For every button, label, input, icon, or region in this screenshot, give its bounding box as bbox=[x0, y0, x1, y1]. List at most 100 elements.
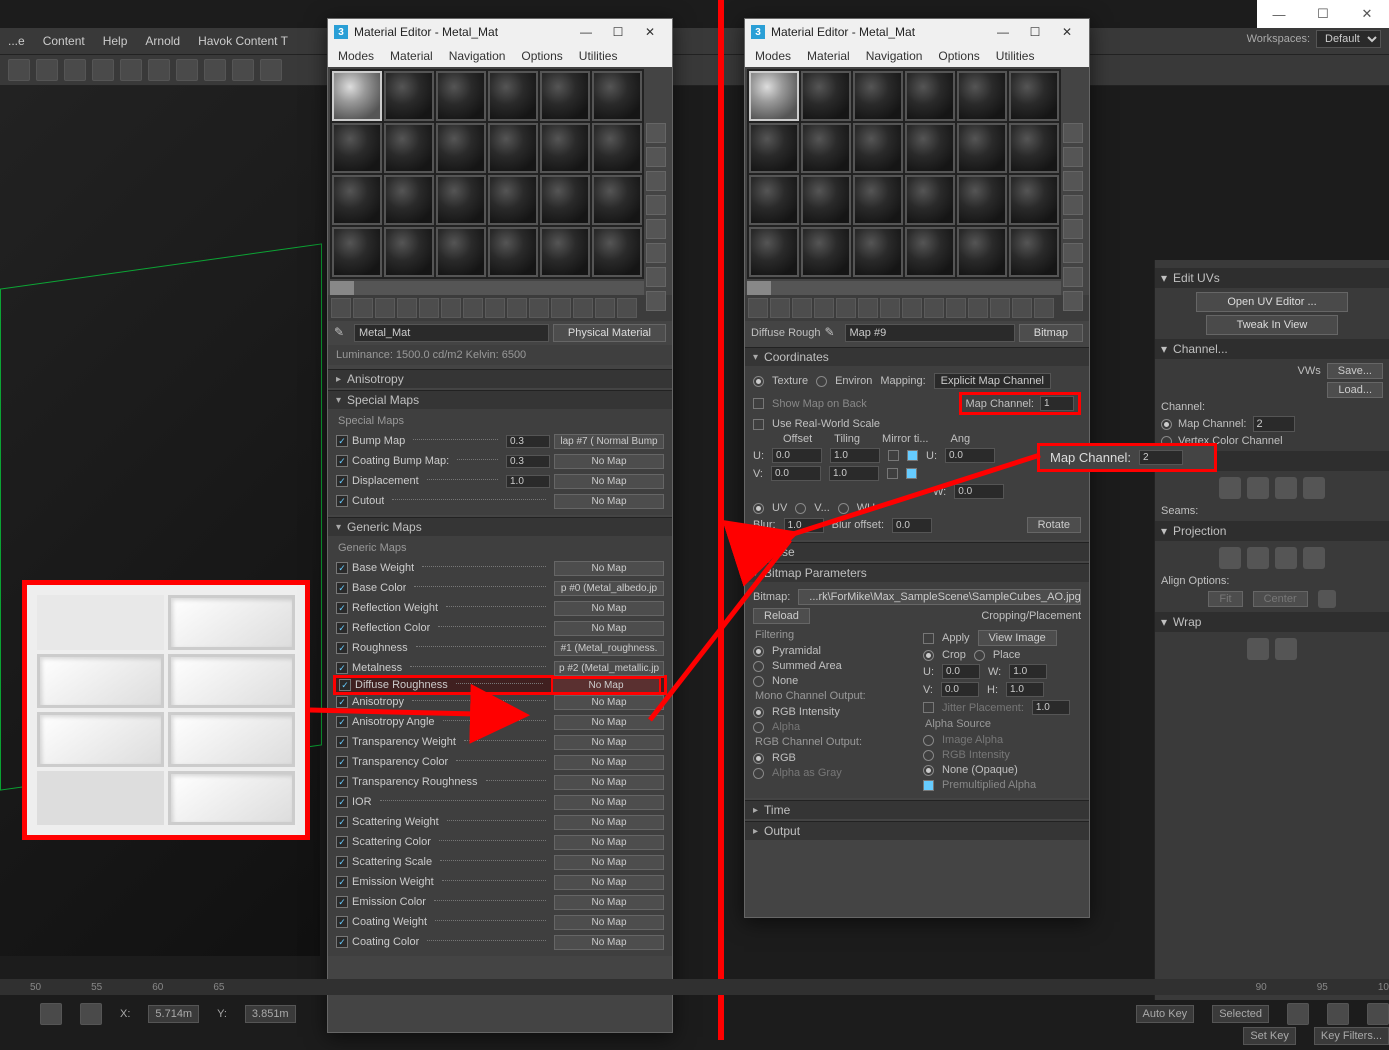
map-slot-button[interactable]: No Map bbox=[554, 561, 664, 576]
mat-tool-icon[interactable] bbox=[946, 298, 966, 318]
map-amount-spinner[interactable]: 1.0 bbox=[506, 475, 550, 488]
menu-item[interactable]: ...e bbox=[8, 34, 25, 48]
mat-tool-icon[interactable] bbox=[924, 298, 944, 318]
mat-tool-icon[interactable] bbox=[968, 298, 988, 318]
sample-slot[interactable] bbox=[436, 227, 486, 277]
sample-slot[interactable] bbox=[905, 175, 955, 225]
side-icon[interactable] bbox=[646, 219, 666, 239]
toolbar-icon[interactable] bbox=[148, 59, 170, 81]
rollout-bitmap-params[interactable]: Bitmap Parameters bbox=[745, 563, 1089, 582]
sample-slot[interactable] bbox=[384, 227, 434, 277]
map-channel-radio[interactable] bbox=[1161, 419, 1172, 430]
proj-extra-icon[interactable] bbox=[1318, 590, 1336, 608]
blur-offset-spinner[interactable] bbox=[892, 518, 932, 533]
win-min-button[interactable]: — bbox=[987, 19, 1019, 45]
menu-item[interactable]: Modes bbox=[749, 49, 797, 63]
map-enable-check[interactable]: ✓ bbox=[336, 896, 348, 908]
sample-slot[interactable] bbox=[853, 71, 903, 121]
mat-tool-icon[interactable] bbox=[858, 298, 878, 318]
side-icon[interactable] bbox=[1063, 267, 1083, 287]
side-icon[interactable] bbox=[1063, 219, 1083, 239]
sample-slot[interactable] bbox=[853, 175, 903, 225]
sample-slot[interactable] bbox=[957, 71, 1007, 121]
side-icon[interactable] bbox=[646, 267, 666, 287]
map-enable-check[interactable]: ✓ bbox=[336, 562, 348, 574]
map-enable-check[interactable]: ✓ bbox=[336, 662, 348, 674]
map-channel-spinner-panel[interactable] bbox=[1253, 416, 1295, 432]
side-icon[interactable] bbox=[646, 123, 666, 143]
map-channel-spinner[interactable] bbox=[1040, 396, 1074, 411]
sample-slot[interactable] bbox=[540, 123, 590, 173]
mat-tool-icon[interactable] bbox=[375, 298, 395, 318]
side-icon[interactable] bbox=[1063, 243, 1083, 263]
toolbar-icon[interactable] bbox=[36, 59, 58, 81]
sample-slot[interactable] bbox=[540, 227, 590, 277]
sample-slot[interactable] bbox=[488, 175, 538, 225]
sample-slot[interactable] bbox=[905, 71, 955, 121]
menu-item[interactable]: Material bbox=[384, 49, 439, 63]
show-map-back-check[interactable] bbox=[753, 398, 764, 409]
jitter-check[interactable] bbox=[923, 702, 934, 713]
win-min-button[interactable]: — bbox=[570, 19, 602, 45]
mat-tool-icon[interactable] bbox=[902, 298, 922, 318]
menu-item[interactable]: Utilities bbox=[990, 49, 1041, 63]
map-slot-button[interactable]: No Map bbox=[554, 454, 664, 469]
mat-tool-icon[interactable] bbox=[748, 298, 768, 318]
load-button[interactable]: Load... bbox=[1327, 382, 1383, 398]
sample-slots[interactable] bbox=[747, 69, 1061, 279]
mat-tool-icon[interactable] bbox=[814, 298, 834, 318]
apply-check[interactable] bbox=[923, 633, 934, 644]
mat-tool-icon[interactable] bbox=[792, 298, 812, 318]
window-titlebar[interactable]: 3 Material Editor - Metal_Mat — ☐ ✕ bbox=[745, 19, 1089, 45]
mat-tool-icon[interactable] bbox=[990, 298, 1010, 318]
rollout-edit-uvs[interactable]: ▾ Edit UVs bbox=[1155, 268, 1389, 288]
menu-item[interactable]: Utilities bbox=[573, 49, 624, 63]
map-enable-check[interactable]: ✓ bbox=[336, 936, 348, 948]
sample-slot[interactable] bbox=[540, 175, 590, 225]
tweak-in-view-button[interactable]: Tweak In View bbox=[1206, 315, 1339, 335]
uv-radio[interactable] bbox=[753, 503, 764, 514]
map-slot-button[interactable]: No Map bbox=[554, 474, 664, 489]
toolbar-icon[interactable] bbox=[232, 59, 254, 81]
u-tile-check[interactable] bbox=[907, 450, 918, 461]
sample-slot[interactable] bbox=[801, 175, 851, 225]
toolbar-icon[interactable] bbox=[92, 59, 114, 81]
sample-slot[interactable] bbox=[436, 71, 486, 121]
mat-tool-icon[interactable] bbox=[353, 298, 373, 318]
wu-radio[interactable] bbox=[838, 503, 849, 514]
alpha-img-radio[interactable] bbox=[923, 735, 934, 746]
sample-slot[interactable] bbox=[749, 227, 799, 277]
mat-tool-icon[interactable] bbox=[1034, 298, 1054, 318]
mat-tool-icon[interactable] bbox=[397, 298, 417, 318]
rollout-anisotropy[interactable]: Anisotropy bbox=[328, 369, 672, 388]
sample-slot[interactable] bbox=[801, 71, 851, 121]
map-enable-check[interactable]: ✓ bbox=[336, 776, 348, 788]
mat-tool-icon[interactable] bbox=[507, 298, 527, 318]
map-enable-check[interactable]: ✓ bbox=[336, 642, 348, 654]
win-close-button[interactable]: ✕ bbox=[1051, 19, 1083, 45]
win-max-button[interactable]: ☐ bbox=[602, 19, 634, 45]
fit-button[interactable]: Fit bbox=[1208, 591, 1242, 607]
v-tile-check[interactable] bbox=[906, 468, 917, 479]
map-slot-button[interactable]: No Map bbox=[554, 601, 664, 616]
crop-radio[interactable] bbox=[923, 650, 934, 661]
map-slot-button[interactable]: No Map bbox=[554, 815, 664, 830]
menu-item[interactable]: Navigation bbox=[443, 49, 512, 63]
map-type-button[interactable]: Bitmap bbox=[1019, 324, 1083, 342]
toolbar-icon[interactable] bbox=[204, 59, 226, 81]
peel-icon[interactable] bbox=[1219, 477, 1241, 499]
win-max-button[interactable]: ☐ bbox=[1019, 19, 1051, 45]
setkey-button[interactable]: Set Key bbox=[1243, 1027, 1296, 1045]
peel-icon[interactable] bbox=[1303, 477, 1325, 499]
sample-slot[interactable] bbox=[592, 175, 642, 225]
menu-item[interactable]: Options bbox=[932, 49, 985, 63]
map-enable-check[interactable]: ✓ bbox=[336, 435, 348, 447]
material-type-button[interactable]: Physical Material bbox=[553, 324, 666, 342]
mapping-dropdown[interactable]: Explicit Map Channel bbox=[934, 373, 1051, 389]
sample-scrollbar[interactable] bbox=[747, 281, 1061, 295]
sample-slot[interactable] bbox=[332, 71, 382, 121]
mat-tool-icon[interactable] bbox=[836, 298, 856, 318]
menu-item[interactable]: Arnold bbox=[145, 34, 180, 48]
sample-slot[interactable] bbox=[853, 123, 903, 173]
material-name-field[interactable] bbox=[354, 324, 549, 342]
